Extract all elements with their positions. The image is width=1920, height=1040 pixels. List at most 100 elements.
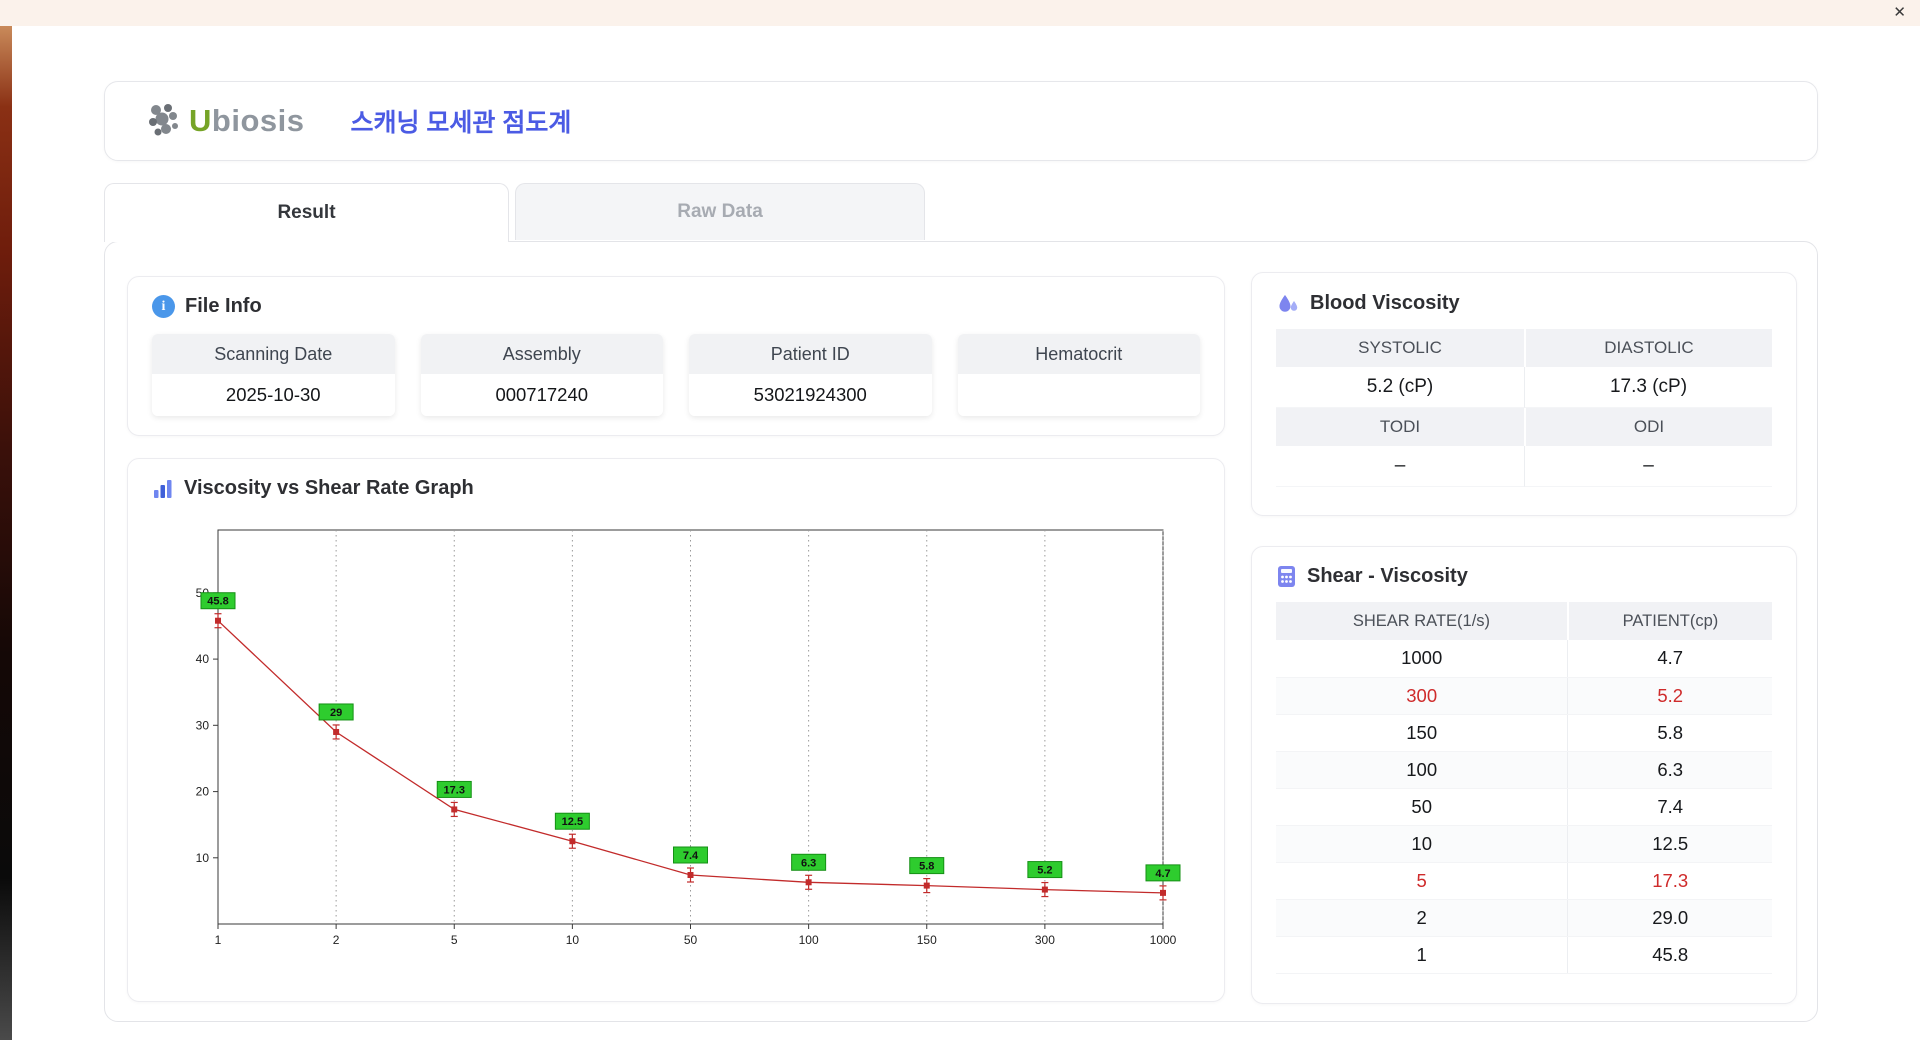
patient-viscosity-cell: 5.8 (1567, 714, 1772, 752)
field-value (957, 374, 1200, 416)
patient-viscosity-cell: 5.2 (1567, 677, 1772, 715)
app-title: 스캐닝 모세관 점도계 (350, 109, 572, 137)
logo-letter-u: U (189, 103, 212, 138)
patient-viscosity-cell: 12.5 (1567, 825, 1772, 863)
field-label: Assembly (420, 334, 663, 374)
desktop-edge-strip (0, 26, 12, 1040)
file-info-field-scanning-date: Scanning Date 2025-10-30 (152, 334, 395, 416)
file-info-field-assembly: Assembly 000717240 (420, 334, 663, 416)
logo-dots-icon (149, 104, 178, 136)
svg-text:40: 40 (196, 652, 210, 666)
patient-viscosity-cell: 7.4 (1567, 788, 1772, 826)
bv-value-systolic: 5.2 (cP) (1276, 367, 1524, 408)
graph-card: Viscosity vs Shear Rate Graph 10 20 30 40 50… (127, 458, 1225, 1002)
bv-value-todi: – (1276, 446, 1524, 487)
svg-text:45.8: 45.8 (207, 596, 228, 608)
field-label: Scanning Date (152, 334, 395, 374)
bv-header-todi: TODI (1276, 408, 1524, 446)
svg-text:1000: 1000 (1150, 933, 1177, 947)
svg-text:100: 100 (799, 933, 819, 947)
file-info-card: i File Info Scanning Date 2025-10-30 Assem… (127, 276, 1225, 436)
window-titlebar: ✕ (0, 0, 1920, 26)
tab-result[interactable]: Result (104, 183, 509, 242)
logo-text: Ubiosis (189, 103, 304, 139)
shear-viscosity-row-300: 300 5.2 (1276, 677, 1772, 715)
svg-text:10: 10 (196, 851, 210, 865)
patient-viscosity-cell: 29.0 (1567, 899, 1772, 937)
app-window: Ubiosis 스캐닝 모세관 점도계 Result Raw Data i Fi… (12, 26, 1920, 1040)
field-value: 2025-10-30 (152, 374, 395, 416)
shear-viscosity-row-5: 5 17.3 (1276, 862, 1772, 900)
svg-text:20: 20 (196, 785, 210, 799)
shear-viscosity-row-10: 10 12.5 (1276, 825, 1772, 863)
field-value: 000717240 (420, 374, 663, 416)
file-info-field-patient-id: Patient ID 53021924300 (689, 334, 932, 416)
shear-viscosity-card: Shear - Viscosity SHEAR RATE(1/s) PATIEN… (1251, 546, 1797, 1004)
shear-viscosity-row-1000: 1000 4.7 (1276, 640, 1772, 678)
water-drops-icon (1279, 295, 1298, 312)
shear-rate-cell: 300 (1276, 677, 1568, 715)
svg-text:7.4: 7.4 (683, 850, 699, 862)
svg-text:29: 29 (330, 707, 342, 719)
shear-rate-cell: 1000 (1276, 640, 1568, 678)
field-label: Hematocrit (957, 334, 1200, 374)
svg-text:12.5: 12.5 (562, 816, 583, 828)
bv-header-systolic: SYSTOLIC (1276, 329, 1524, 367)
tab-raw-data[interactable]: Raw Data (515, 183, 925, 240)
patient-column-header: PATIENT(cp) (1566, 602, 1772, 640)
svg-text:5.2: 5.2 (1037, 865, 1052, 877)
viscosity-chart-svg: 10203040501251050100150300100045.82917.3… (196, 529, 1181, 947)
svg-text:5: 5 (451, 933, 458, 947)
file-info-title-row: i File Info (152, 295, 1200, 318)
shear-viscosity-row-100: 100 6.3 (1276, 751, 1772, 789)
bar-chart-icon (154, 479, 172, 498)
logo-letters-biosis: biosis (211, 103, 305, 138)
blood-viscosity-title-row: Blood Viscosity (1276, 291, 1772, 315)
patient-viscosity-cell: 4.7 (1567, 640, 1772, 678)
patient-viscosity-cell: 17.3 (1567, 862, 1772, 900)
shear-rate-cell: 1 (1276, 936, 1568, 974)
bv-value-diastolic: 17.3 (cP) (1524, 367, 1772, 408)
graph-title-row: Viscosity vs Shear Rate Graph (152, 477, 1200, 500)
viscosity-chart: 10203040501251050100150300100045.82917.3… (158, 512, 1200, 985)
shear-rate-cell: 150 (1276, 714, 1568, 752)
svg-text:30: 30 (196, 718, 210, 732)
shear-rate-column-header: SHEAR RATE(1/s) (1276, 602, 1568, 640)
file-info-fields: Scanning Date 2025-10-30 Assembly 000717240… (152, 334, 1200, 416)
shear-viscosity-header-row: SHEAR RATE(1/s) PATIENT(cp) (1276, 602, 1772, 640)
svg-text:150: 150 (917, 933, 937, 947)
patient-viscosity-cell: 45.8 (1567, 936, 1772, 974)
header-card: Ubiosis 스캐닝 모세관 점도계 (104, 81, 1818, 161)
blood-viscosity-title: Blood Viscosity (1310, 291, 1460, 314)
svg-text:1: 1 (215, 933, 222, 947)
svg-text:10: 10 (566, 933, 580, 947)
svg-text:6.3: 6.3 (801, 857, 816, 869)
shear-rate-cell: 2 (1276, 899, 1568, 937)
shear-viscosity-table: SHEAR RATE(1/s) PATIENT(cp) 1000 4.7 300 5.… (1276, 602, 1772, 974)
shear-viscosity-row-2: 2 29.0 (1276, 899, 1772, 937)
svg-text:50: 50 (684, 933, 698, 947)
svg-text:4.7: 4.7 (1155, 868, 1170, 880)
blood-viscosity-card: Blood Viscosity SYSTOLIC DIASTOLIC 5.2 (cP… (1251, 272, 1797, 516)
shear-viscosity-row-150: 150 5.8 (1276, 714, 1772, 752)
shear-viscosity-title-row: Shear - Viscosity (1276, 565, 1772, 588)
svg-text:2: 2 (333, 933, 340, 947)
calculator-icon (1278, 566, 1295, 587)
shear-rate-cell: 5 (1276, 862, 1568, 900)
file-info-title: File Info (185, 295, 262, 317)
info-icon: i (152, 295, 175, 318)
bv-header-odi: ODI (1524, 408, 1772, 446)
patient-viscosity-cell: 6.3 (1567, 751, 1772, 789)
file-info-field-hematocrit: Hematocrit (957, 334, 1200, 416)
ubiosis-logo: Ubiosis (143, 101, 304, 141)
shear-viscosity-title: Shear - Viscosity (1307, 565, 1468, 587)
svg-text:17.3: 17.3 (444, 784, 465, 796)
shear-rate-cell: 50 (1276, 788, 1568, 826)
blood-viscosity-grid: SYSTOLIC DIASTOLIC 5.2 (cP) 17.3 (cP) TODI OD… (1276, 329, 1772, 487)
close-icon[interactable]: ✕ (1893, 4, 1906, 22)
field-value: 53021924300 (689, 374, 932, 416)
field-label: Patient ID (689, 334, 932, 374)
main-panel: i File Info Scanning Date 2025-10-30 Assem… (104, 241, 1818, 1022)
shear-viscosity-row-1: 1 45.8 (1276, 936, 1772, 974)
svg-text:300: 300 (1035, 933, 1055, 947)
